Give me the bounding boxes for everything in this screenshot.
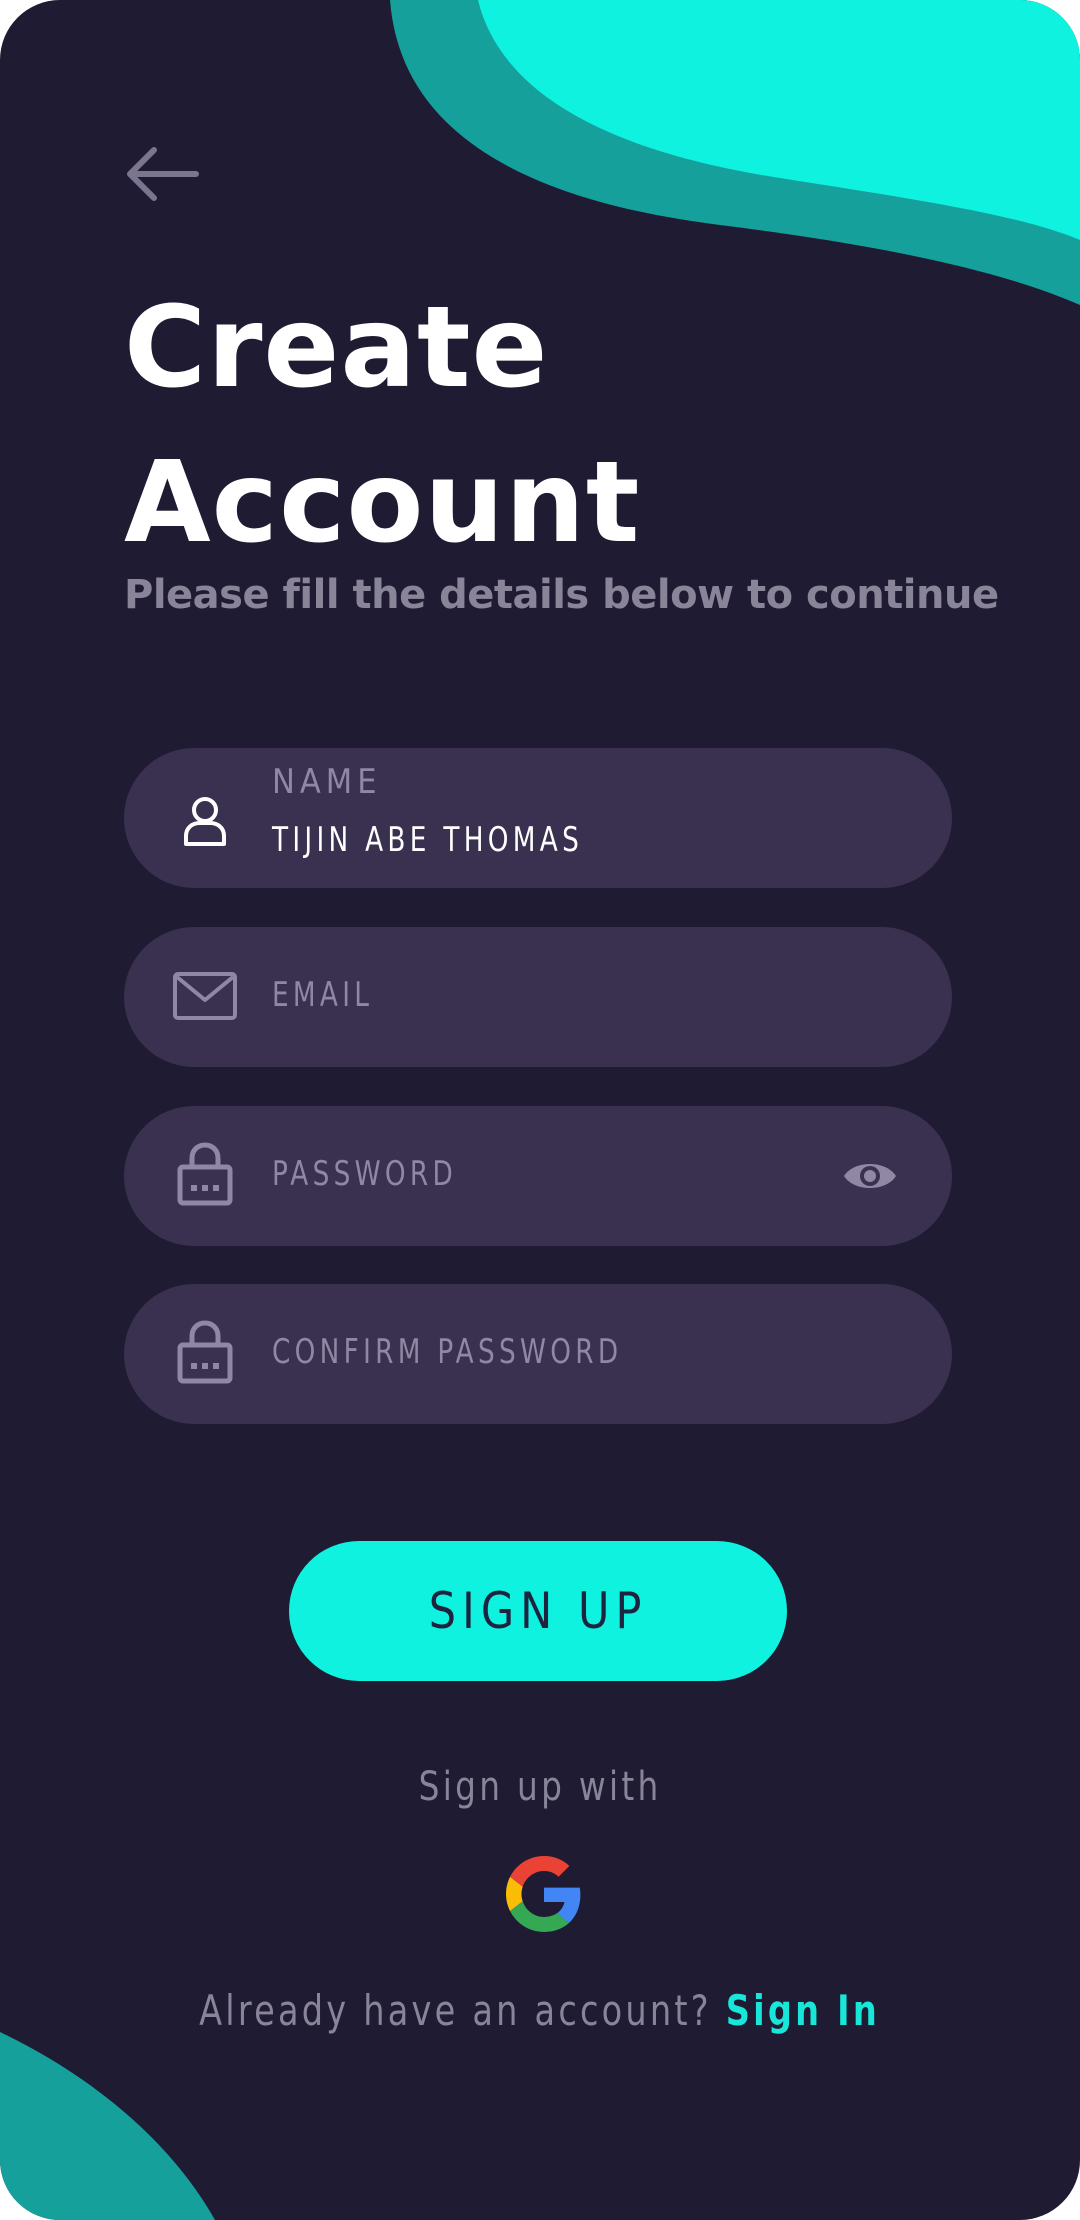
password-field-placeholder: PASSWORD (272, 1154, 458, 1194)
confirm-password-field-placeholder: CONFIRM PASSWORD (272, 1332, 623, 1372)
back-arrow-icon[interactable] (124, 142, 200, 206)
signin-link[interactable]: Sign In (726, 1986, 880, 2035)
page-title-line1: Create (124, 283, 549, 413)
email-field[interactable]: EMAIL (124, 927, 952, 1067)
email-field-placeholder: EMAIL (272, 975, 374, 1015)
signup-with-text: Sign up with (0, 1764, 1080, 1810)
password-field[interactable]: PASSWORD (124, 1106, 952, 1246)
page-subtitle: Please fill the details below to continu… (124, 572, 999, 618)
name-field-value[interactable]: TIJIN ABE THOMAS (272, 820, 583, 860)
lock-icon (177, 1320, 233, 1384)
confirm-password-field[interactable]: CONFIRM PASSWORD (124, 1284, 952, 1424)
eye-icon[interactable] (842, 1150, 898, 1202)
page-title-line2: Account (124, 438, 641, 568)
lock-icon (177, 1142, 233, 1206)
user-icon (184, 797, 226, 846)
mail-icon (173, 972, 237, 1020)
google-icon[interactable] (506, 1856, 582, 1932)
signup-with-label: Sign up with (418, 1764, 662, 1810)
signin-row: Already have an account? Sign In (0, 1986, 1080, 2035)
signin-prompt: Already have an account? (199, 1986, 713, 2035)
signup-screen: Create Account Please fill the details b… (0, 0, 1080, 2220)
signup-button-label: SIGN UP (428, 1582, 648, 1640)
name-field-label: NAME (272, 762, 382, 802)
signup-button[interactable]: SIGN UP (289, 1541, 787, 1681)
name-field[interactable]: NAME TIJIN ABE THOMAS (124, 748, 952, 888)
